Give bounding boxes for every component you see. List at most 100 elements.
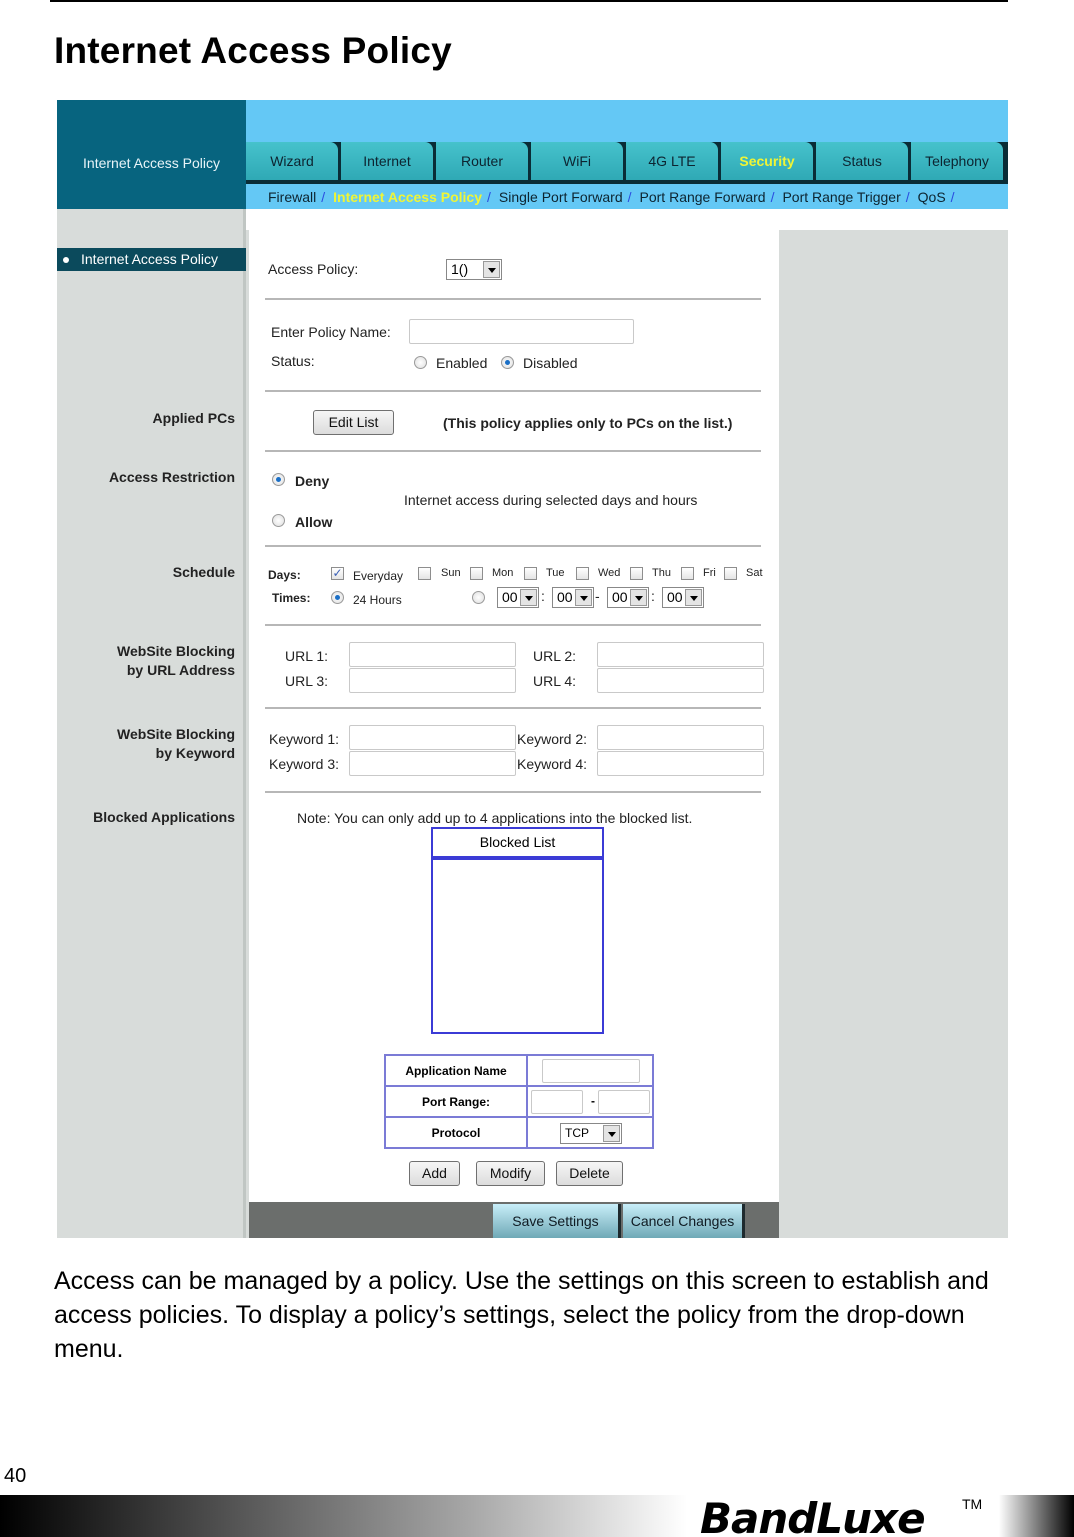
url-2-label: URL 2: [533, 648, 577, 664]
label-line: WebSite Blocking [117, 643, 235, 659]
description-paragraph: Access can be managed by a policy. Use t… [54, 1267, 989, 1363]
days-label: Days: [268, 568, 301, 582]
page-number: 40 [4, 1465, 27, 1487]
edit-list-button[interactable]: Edit List [313, 410, 394, 435]
modify-button[interactable]: Modify [476, 1161, 545, 1186]
sun-checkbox[interactable] [418, 567, 431, 580]
allow-radio[interactable] [272, 514, 285, 527]
time-24h-radio[interactable] [331, 591, 344, 604]
thu-checkbox[interactable] [630, 567, 643, 580]
status-enabled-label: Enabled [436, 355, 488, 371]
divider [265, 707, 761, 709]
status-enabled-radio[interactable] [414, 356, 427, 369]
tab-wizard[interactable]: Wizard [246, 142, 338, 180]
wed-checkbox[interactable] [576, 567, 589, 580]
sat-checkbox[interactable] [724, 567, 737, 580]
tab-security[interactable]: Security [721, 142, 813, 180]
label-access-restriction: Access Restriction [108, 469, 235, 485]
url-1-input[interactable] [349, 642, 516, 667]
subnav-qos[interactable]: QoS [918, 189, 946, 205]
port-dash: - [591, 1094, 595, 1108]
to-hour-select[interactable]: 00 [607, 587, 649, 608]
label-url-blocking: WebSite Blocking by URL Address [57, 642, 235, 680]
divider [265, 791, 761, 793]
tab-router[interactable]: Router [436, 142, 528, 180]
time-24h-label: 24 Hours [353, 593, 402, 607]
add-button[interactable]: Add [409, 1161, 460, 1186]
to-minute-select[interactable]: 00 [662, 587, 704, 608]
status-disabled-label: Disabled [523, 355, 578, 371]
url-1-label: URL 1: [285, 648, 329, 664]
tue-checkbox[interactable] [524, 567, 537, 580]
from-minute-select[interactable]: 00 [552, 587, 594, 608]
chevron-down-icon [630, 589, 647, 606]
top-rule [50, 0, 1008, 2]
save-settings-button[interactable]: Save Settings [493, 1204, 621, 1238]
cancel-changes-button[interactable]: Cancel Changes [623, 1204, 745, 1238]
status-disabled-radio[interactable] [501, 356, 514, 369]
chevron-down-icon [575, 589, 592, 606]
to-minute-value: 00 [667, 589, 683, 605]
subnav-port-range-forward[interactable]: Port Range Forward [640, 189, 766, 205]
subnav-separator: / [770, 188, 775, 205]
subnav-internet-access-policy[interactable]: Internet Access Policy [333, 189, 482, 205]
time-dash: - [595, 588, 600, 604]
tab-status[interactable]: Status [816, 142, 908, 180]
protocol-value: TCP [565, 1126, 589, 1140]
table-row: Protocol TCP [384, 1116, 654, 1149]
bullet-icon [63, 257, 69, 264]
keyword-1-input[interactable] [349, 725, 516, 750]
protocol-select[interactable]: TCP [560, 1123, 622, 1144]
keyword-3-label: Keyword 3: [269, 756, 340, 772]
deny-radio[interactable] [272, 473, 285, 486]
subnav-port-range-trigger[interactable]: Port Range Trigger [782, 189, 900, 205]
time-range-radio[interactable] [472, 591, 485, 604]
mon-label: Mon [492, 567, 514, 579]
restriction-description: Internet access during selected days and… [404, 492, 698, 508]
url-3-input[interactable] [349, 668, 516, 693]
policy-name-input[interactable] [409, 319, 634, 344]
settings-form: Access Policy: 1() Enter Policy Name: St… [249, 230, 779, 1202]
label-line: by URL Address [126, 662, 235, 678]
sidebar-item-label: Internet Access Policy [81, 251, 218, 267]
keyword-3-input[interactable] [349, 751, 516, 776]
keyword-4-label: Keyword 4: [517, 756, 588, 772]
tab-4g-lte[interactable]: 4G LTE [626, 142, 718, 180]
port-to-input[interactable] [598, 1090, 650, 1114]
delete-button[interactable]: Delete [556, 1161, 623, 1186]
sun-label: Sun [441, 567, 461, 579]
everyday-checkbox[interactable]: ✓ [331, 567, 344, 580]
access-policy-select[interactable]: 1() [446, 259, 502, 280]
divider [265, 298, 761, 300]
from-hour-select[interactable]: 00 [497, 587, 539, 608]
divider [265, 624, 761, 626]
tab-wifi[interactable]: WiFi [531, 142, 623, 180]
keyword-2-input[interactable] [597, 725, 764, 750]
subnav-firewall[interactable]: Firewall [268, 189, 316, 205]
app-name-input[interactable] [542, 1059, 640, 1083]
tab-internet[interactable]: Internet [341, 142, 433, 180]
policy-name-label: Enter Policy Name: [271, 324, 391, 340]
label-schedule: Schedule [172, 564, 235, 580]
fri-checkbox[interactable] [681, 567, 694, 580]
chevron-down-icon [603, 1125, 620, 1142]
table-row: Application Name [384, 1054, 654, 1087]
url-4-label: URL 4: [533, 673, 577, 689]
port-from-input[interactable] [531, 1090, 583, 1114]
url-2-input[interactable] [597, 642, 764, 667]
url-4-input[interactable] [597, 668, 764, 693]
port-range-label: Port Range: [384, 1085, 528, 1118]
sidebar-item-internet-access-policy[interactable]: Internet Access Policy [57, 248, 246, 271]
mon-checkbox[interactable] [470, 567, 483, 580]
tue-label: Tue [546, 567, 565, 579]
sub-navigation: Firewall / Internet Access Policy / Single… [246, 184, 1008, 209]
tab-telephony[interactable]: Telephony [911, 142, 1003, 180]
keyword-2-label: Keyword 2: [517, 731, 588, 747]
subnav-single-port-forward[interactable]: Single Port Forward [499, 189, 623, 205]
keyword-4-input[interactable] [597, 751, 764, 776]
access-policy-label: Access Policy: [268, 261, 359, 277]
fri-label: Fri [703, 567, 716, 579]
blocked-list-box[interactable] [431, 858, 604, 1034]
url-3-label: URL 3: [285, 673, 329, 689]
protocol-label: Protocol [384, 1116, 528, 1149]
